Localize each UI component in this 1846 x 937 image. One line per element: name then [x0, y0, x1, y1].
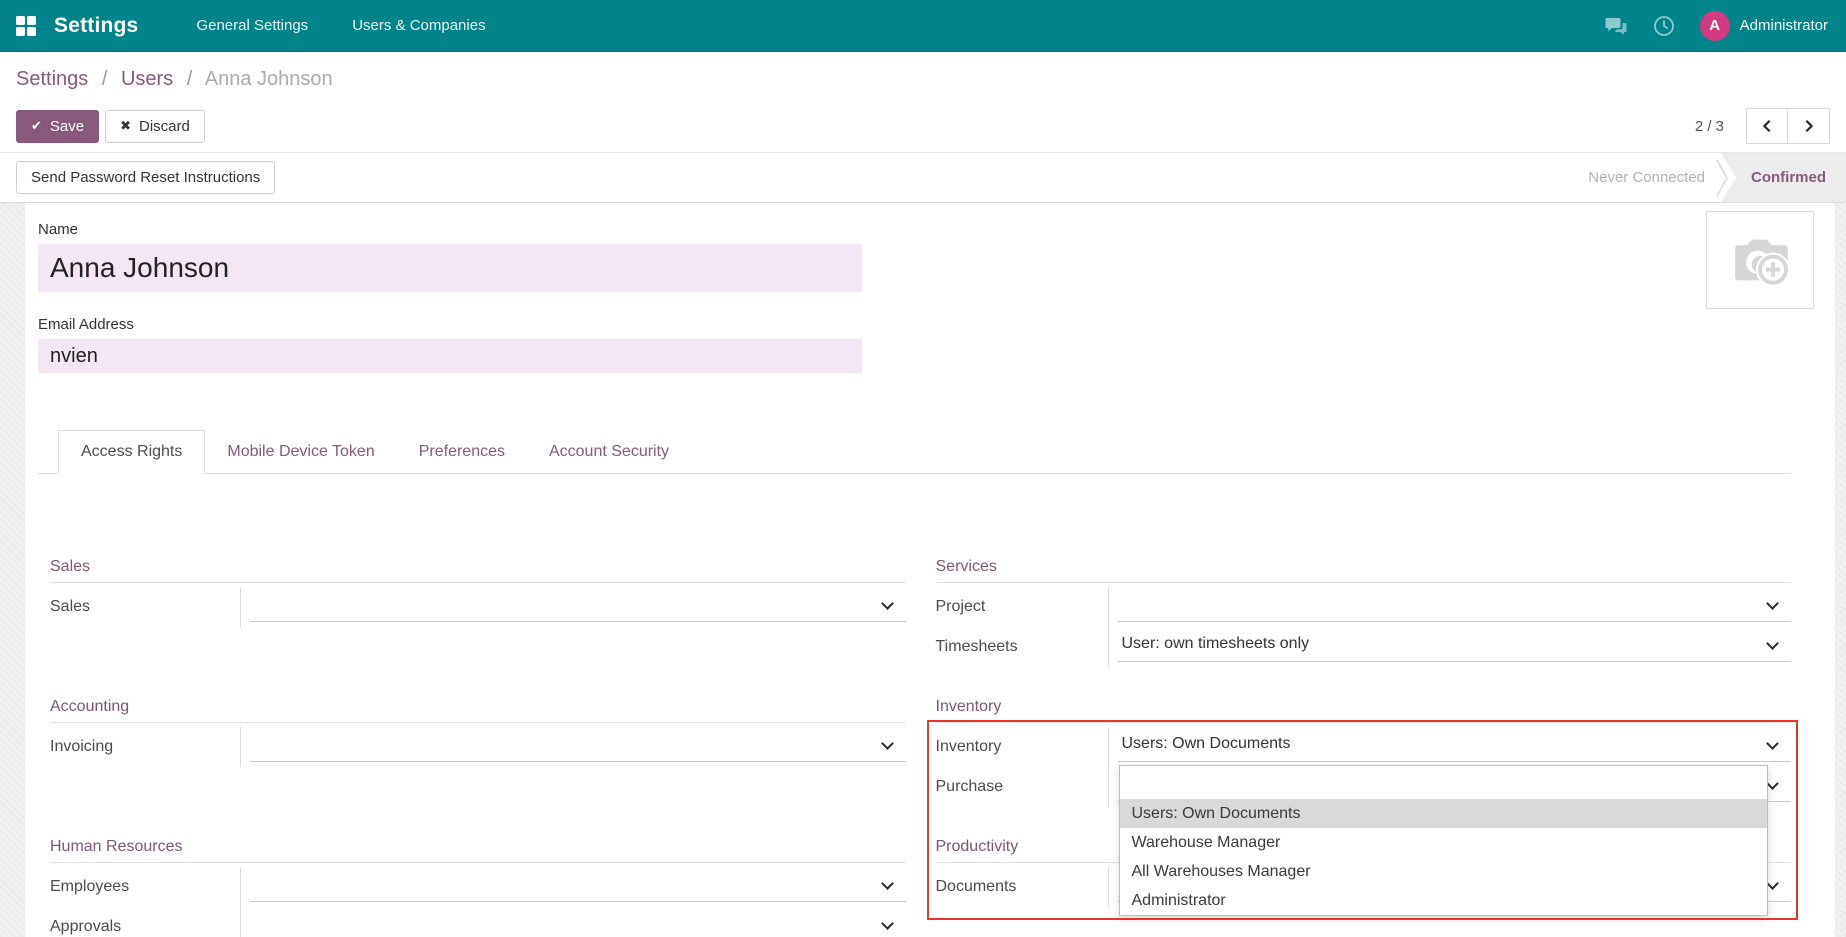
- breadcrumb-current: Anna Johnson: [205, 68, 333, 90]
- email-label: Email Address: [38, 316, 1791, 333]
- access-rights-content: Sales Sales Accounting: [38, 474, 1791, 937]
- inventory-select[interactable]: Users: Own Documents: [1108, 727, 1792, 767]
- breadcrumb: Settings / Users / Anna Johnson: [16, 68, 333, 91]
- group-inventory: Inventory Inventory Users: Own Documents…: [936, 698, 1792, 838]
- breadcrumb-separator: /: [187, 68, 193, 90]
- messages-icon[interactable]: [1604, 14, 1628, 38]
- chevron-down-icon: [1766, 777, 1779, 790]
- project-label: Project: [936, 587, 1108, 627]
- field-row-approvals: Approvals: [50, 907, 906, 937]
- inventory-label: Inventory: [936, 727, 1108, 767]
- breadcrumb-users[interactable]: Users: [121, 68, 173, 90]
- pager-count: 2 / 3: [1695, 118, 1724, 135]
- approvals-select[interactable]: [240, 907, 906, 937]
- discard-button[interactable]: ✖ Discard: [105, 110, 205, 143]
- right-column: Services Project Timesheets: [936, 558, 1792, 937]
- check-icon: ✔: [31, 119, 42, 134]
- field-row-sales: Sales: [50, 587, 906, 627]
- user-avatar: A: [1700, 11, 1730, 41]
- timesheets-label: Timesheets: [936, 627, 1108, 667]
- group-title-human-resources: Human Resources: [50, 838, 906, 863]
- chevron-down-icon: [1766, 877, 1779, 890]
- dropdown-option-users-own-documents[interactable]: Users: Own Documents: [1120, 799, 1768, 828]
- pager-previous-button[interactable]: [1746, 108, 1788, 144]
- save-button[interactable]: ✔ Save: [16, 110, 99, 143]
- record-pager: 2 / 3: [1695, 108, 1830, 144]
- tab-access-rights[interactable]: Access Rights: [58, 430, 205, 474]
- user-menu[interactable]: A Administrator: [1700, 11, 1828, 41]
- sales-label: Sales: [50, 587, 240, 627]
- sales-select[interactable]: [240, 587, 906, 627]
- group-title-sales: Sales: [50, 558, 906, 583]
- status-confirmed[interactable]: Confirmed: [1721, 153, 1846, 202]
- photo-upload-placeholder[interactable]: [1706, 211, 1814, 309]
- dropdown-option-administrator[interactable]: Administrator: [1120, 886, 1768, 915]
- group-title-inventory: Inventory: [936, 698, 1792, 723]
- chevron-down-icon: [1766, 637, 1779, 650]
- name-label: Name: [38, 221, 1791, 238]
- field-row-inventory: Inventory Users: Own Documents: [936, 727, 1792, 767]
- field-row-timesheets: Timesheets User: own timesheets only: [936, 627, 1792, 667]
- activity-clock-icon[interactable]: [1652, 14, 1676, 38]
- save-label: Save: [50, 118, 84, 135]
- chevron-down-icon: [1766, 597, 1779, 610]
- group-human-resources: Human Resources Employees Approvals: [50, 838, 906, 937]
- invoicing-label: Invoicing: [50, 727, 240, 767]
- notebook-tabs: Access Rights Mobile Device Token Prefer…: [38, 429, 1791, 474]
- send-password-reset-button[interactable]: Send Password Reset Instructions: [16, 161, 275, 194]
- field-row-project: Project: [936, 587, 1792, 627]
- group-accounting: Accounting Invoicing: [50, 698, 906, 838]
- group-title-accounting: Accounting: [50, 698, 906, 723]
- group-services: Services Project Timesheets: [936, 558, 1792, 698]
- control-panel-actions-row: ✔ Save ✖ Discard 2 / 3: [0, 100, 1846, 152]
- apps-grid-icon[interactable]: [16, 16, 36, 36]
- chevron-down-icon: [1766, 737, 1779, 750]
- email-input[interactable]: [38, 339, 862, 373]
- documents-label: Documents: [936, 867, 1108, 907]
- pager-next-button[interactable]: [1788, 108, 1830, 144]
- menu-general-settings[interactable]: General Settings: [194, 11, 310, 40]
- chevron-down-icon: [881, 917, 894, 930]
- invoicing-select[interactable]: [240, 727, 906, 767]
- top-navbar: Settings General Settings Users & Compan…: [0, 0, 1846, 52]
- dropdown-option-warehouse-manager[interactable]: Warehouse Manager: [1120, 828, 1768, 857]
- chevron-down-icon: [881, 597, 894, 610]
- breadcrumb-settings[interactable]: Settings: [16, 68, 88, 90]
- dropdown-option-all-warehouses-manager[interactable]: All Warehouses Manager: [1120, 857, 1768, 886]
- tab-mobile-device-token[interactable]: Mobile Device Token: [205, 431, 396, 473]
- cross-icon: ✖: [120, 119, 131, 134]
- name-input[interactable]: [38, 244, 862, 292]
- status-never-connected[interactable]: Never Connected: [1588, 153, 1715, 202]
- group-sales: Sales Sales: [50, 558, 906, 698]
- timesheets-select[interactable]: User: own timesheets only: [1108, 627, 1792, 667]
- breadcrumb-separator: /: [102, 68, 108, 90]
- inventory-dropdown-list: Users: Own Documents Warehouse Manager A…: [1119, 765, 1769, 916]
- field-row-employees: Employees: [50, 867, 906, 907]
- left-column: Sales Sales Accounting: [50, 558, 906, 937]
- camera-plus-icon: [1726, 226, 1794, 294]
- menu-users-companies[interactable]: Users & Companies: [350, 11, 487, 40]
- form-sheet: Name Email Address Access Rights Mobile …: [25, 203, 1835, 937]
- employees-label: Employees: [50, 867, 240, 907]
- purchase-label: Purchase: [936, 767, 1108, 807]
- main-menu: General Settings Users & Companies: [194, 11, 487, 40]
- employees-select[interactable]: [240, 867, 906, 907]
- field-row-invoicing: Invoicing: [50, 727, 906, 767]
- form-background: Name Email Address Access Rights Mobile …: [0, 203, 1846, 937]
- tab-preferences[interactable]: Preferences: [397, 431, 527, 473]
- chevron-down-icon: [881, 877, 894, 890]
- form-statusbar: Send Password Reset Instructions Never C…: [0, 152, 1846, 203]
- tab-account-security[interactable]: Account Security: [527, 431, 691, 473]
- app-title[interactable]: Settings: [54, 14, 138, 38]
- discard-label: Discard: [139, 118, 190, 135]
- user-name: Administrator: [1740, 17, 1828, 34]
- chevron-down-icon: [881, 737, 894, 750]
- control-panel-breadcrumb-row: Settings / Users / Anna Johnson: [0, 52, 1846, 100]
- dropdown-option-blank[interactable]: [1120, 766, 1768, 799]
- approvals-label: Approvals: [50, 907, 240, 937]
- project-select[interactable]: [1108, 587, 1792, 627]
- group-title-services: Services: [936, 558, 1792, 583]
